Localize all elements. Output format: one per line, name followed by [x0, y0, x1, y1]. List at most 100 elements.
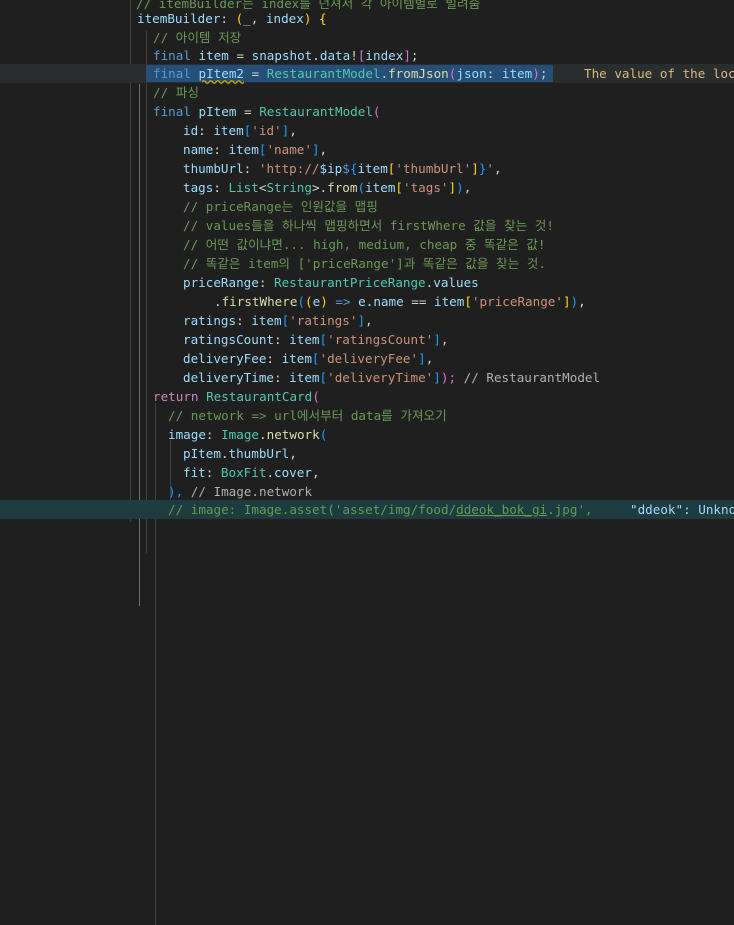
code-line[interactable]: // image: Image.asset('asset/img/food/dd…	[0, 500, 734, 519]
code-line[interactable]: // 아이템 저장	[0, 28, 734, 47]
code-token: :	[236, 313, 252, 328]
code-token: item	[198, 48, 229, 63]
code-line[interactable]: // 파싱	[0, 83, 734, 102]
inline-diagnostic-message: The value of the loc	[584, 66, 734, 81]
code-line[interactable]: priceRange: RestaurantPriceRange.values	[0, 273, 734, 292]
code-token: {	[311, 11, 327, 26]
code-line[interactable]: // 똑같은 item의 ['priceRange']과 똑같은 값을 찾는 것…	[0, 254, 734, 273]
code-text: ratingsCount: item['ratingsCount'],	[183, 330, 448, 349]
code-editor[interactable]: // itemBuilder는 index를 던져서 각 아이템별로 빌려줌 it…	[0, 0, 734, 925]
code-token: final	[153, 66, 191, 81]
code-token: (	[357, 180, 366, 195]
code-text: deliveryFee: item['deliveryFee'],	[183, 349, 433, 368]
code-token: item	[213, 123, 244, 138]
code-token: priceRange	[183, 275, 259, 290]
code-line[interactable]: name: item['name'],	[0, 140, 734, 159]
inline-diagnostic-message: "ddeok": Unkno	[630, 502, 734, 517]
code-token: // RestaurantModel	[456, 370, 601, 385]
code-line[interactable]: image: Image.network(	[0, 425, 734, 444]
code-token: id	[183, 123, 199, 138]
code-token: name	[373, 294, 404, 309]
code-line[interactable]: final item = snapshot.data![index];	[0, 46, 734, 65]
code-line[interactable]: ratings: item['ratings'],	[0, 311, 734, 330]
code-token: // priceRange는 인원값을 맵핑	[183, 199, 378, 214]
code-token: // 아이템 저장	[153, 30, 242, 45]
code-token: (	[305, 294, 313, 309]
code-token: (	[372, 104, 381, 119]
code-token: !	[350, 48, 358, 63]
code-line[interactable]: .firstWhere((e) => e.name == item['price…	[0, 292, 734, 311]
code-token: ,	[494, 161, 502, 176]
code-token: item	[228, 142, 259, 157]
code-token: [	[395, 180, 404, 195]
code-token: item	[281, 351, 312, 366]
code-token: // 파싱	[153, 85, 199, 100]
code-text: // 아이템 저장	[153, 28, 241, 47]
code-text: fit: BoxFit.cover,	[183, 463, 320, 482]
code-token: ,	[578, 294, 586, 309]
code-token: :	[205, 465, 221, 480]
code-line[interactable]: ratingsCount: item['ratingsCount'],	[0, 330, 734, 349]
code-token: // Image.network	[183, 484, 313, 499]
code-token: =	[236, 104, 260, 119]
code-token: 'priceRange'	[471, 294, 563, 309]
code-token: (	[312, 389, 320, 404]
code-token: ]	[562, 294, 571, 309]
code-line[interactable]: deliveryTime: item['deliveryTime']); // …	[0, 368, 734, 387]
code-line[interactable]: final pItem2 = RestaurantModel.fromJson(…	[0, 64, 734, 83]
code-token: :	[486, 66, 502, 81]
code-line[interactable]: // values들을 하나씩 맵핑하면서 firstWhere 값을 찾는 것…	[0, 216, 734, 235]
code-token: thumbUrl	[183, 161, 244, 176]
code-token: RestaurantModel	[259, 104, 373, 119]
code-token: RestaurantCard	[206, 389, 313, 404]
code-line[interactable]: deliveryFee: item['deliveryFee'],	[0, 349, 734, 368]
code-text: ratings: item['ratings'],	[183, 311, 373, 330]
code-line[interactable]: final pItem = RestaurantModel(	[0, 102, 734, 121]
code-text: .firstWhere((e) => e.name == item['price…	[214, 292, 586, 311]
code-line[interactable]: id: item['id'],	[0, 121, 734, 140]
code-line[interactable]: return RestaurantCard(	[0, 387, 734, 406]
code-token: )	[456, 180, 464, 195]
code-token: )	[532, 66, 540, 81]
code-token: ,	[440, 332, 449, 347]
code-line[interactable]: // 어떤 값이냐면... high, medium, cheap 중 똑같은 …	[0, 235, 734, 254]
code-line[interactable]: tags: List<String>.from(item['tags']),	[0, 178, 734, 197]
code-token: deliveryFee	[183, 351, 267, 366]
code-token: ,	[463, 180, 472, 195]
code-token: network	[266, 427, 320, 442]
code-token: return	[153, 389, 199, 404]
code-text: // 어떤 값이냐면... high, medium, cheap 중 똑같은 …	[183, 235, 546, 254]
code-token: item	[251, 313, 282, 328]
code-token: // image: Image.asset('asset/img/food/	[168, 502, 457, 517]
code-token: item	[289, 370, 320, 385]
code-token: ,	[425, 351, 434, 366]
code-line[interactable]: // priceRange는 인원값을 맵핑	[0, 197, 734, 216]
code-text: // values들을 하나씩 맵핑하면서 firstWhere 값을 찾는 것…	[183, 216, 554, 235]
code-token: json	[456, 66, 487, 81]
code-line[interactable]: fit: BoxFit.cover,	[0, 463, 734, 482]
code-token: item	[357, 161, 388, 176]
code-token: List	[228, 180, 259, 195]
code-token: ==	[403, 294, 435, 309]
code-token: firstWhere	[221, 294, 298, 309]
code-line[interactable]: ), // Image.network	[0, 482, 734, 501]
code-token: ]	[471, 161, 479, 176]
code-token: ,	[311, 465, 320, 480]
code-token: http://	[266, 161, 320, 176]
code-token: String	[266, 180, 312, 195]
code-token: ;	[539, 66, 548, 81]
code-line[interactable]: // network => url에서부터 data를 가져오기	[0, 406, 734, 425]
code-text: image: Image.network(	[168, 425, 327, 444]
code-token: // 똑같은 item의 ['priceRange']과 똑같은 값을 찾는 것…	[183, 256, 546, 271]
code-token: .jpg',	[547, 502, 593, 517]
code-line[interactable]: itemBuilder: (_, index) {	[0, 9, 734, 28]
code-line[interactable]: thumbUrl: 'http://$ip${item['thumbUrl']}…	[0, 159, 734, 178]
code-token: );	[440, 370, 457, 385]
code-text: return RestaurantCard(	[153, 387, 320, 406]
code-token: ,	[365, 313, 373, 328]
code-token: :	[266, 351, 282, 366]
code-line[interactable]: pItem.thumbUrl,	[0, 444, 734, 463]
code-token: ratings	[183, 313, 237, 328]
